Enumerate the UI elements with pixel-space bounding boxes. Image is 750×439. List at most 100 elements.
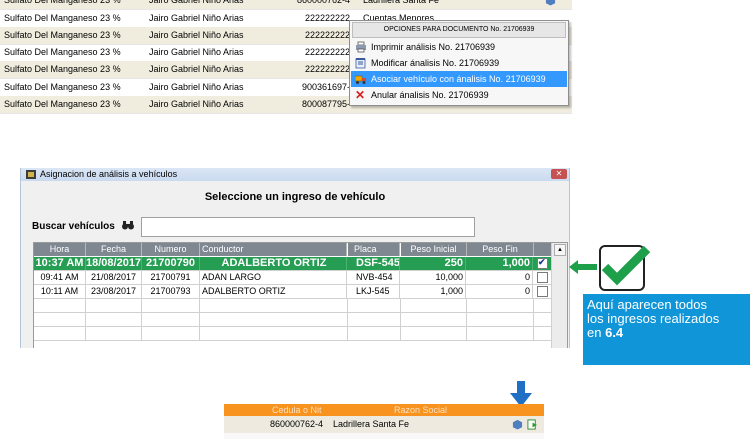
green-left-arrow-icon [569, 260, 597, 274]
column-header-peso-fin[interactable]: Peso Fin [467, 243, 534, 256]
select-checkbox[interactable] [537, 286, 548, 297]
peso-fin-cell: 0 [467, 285, 533, 298]
doc-cell: 222222222 [304, 30, 350, 40]
menu-item-label: Modificar ánalisis No. 21706939 [371, 58, 500, 68]
column-header-placa[interactable]: Placa [348, 243, 400, 256]
column-header-conductor[interactable]: Conductor [200, 243, 347, 256]
peso-fin-cell: 1,000 [467, 257, 533, 270]
doc-cell: 222222222 [304, 47, 350, 57]
vertical-scrollbar[interactable]: ▲ [551, 243, 567, 348]
person-cell: Jairo Gabriel Niño Arias [149, 82, 244, 92]
export-icon[interactable] [527, 419, 538, 430]
green-checkmark-icon [599, 245, 651, 291]
product-cell: Sulfato Del Manganeso 23 % [4, 0, 121, 5]
scroll-up-icon[interactable]: ▲ [554, 244, 566, 256]
peso-inicial-cell: 10,000 [401, 271, 466, 284]
app-icon [26, 170, 36, 179]
table-row[interactable]: 860000762-4 Ladrillera Santa Fe [224, 416, 544, 433]
vehicle-assignment-dialog: Asignacion de análisis a vehículos ✕ Sel… [20, 168, 570, 348]
person-cell: Jairo Gabriel Niño Arias [149, 0, 244, 5]
column-header-nit: Cedula o Nit [272, 405, 322, 415]
nit-cell: 860000762-4 [270, 419, 324, 429]
search-input[interactable] [141, 217, 475, 237]
doc-cell: 800087795- [301, 99, 350, 109]
grid-header: Cedula o Nit Razon Social [224, 404, 544, 416]
dialog-title: Asignacion de análisis a vehículos [40, 169, 178, 179]
column-header-select [534, 243, 552, 256]
product-cell: Sulfato Del Manganeso 23 % [4, 47, 121, 57]
document-options-menu: OPCIONES PARA DOCUMENTO No. 21706939 Imp… [349, 20, 569, 106]
clients-grid-fragment: Cedula o Nit Razon Social 860000762-4 La… [224, 404, 544, 439]
select-checkbox[interactable] [537, 272, 548, 283]
razon-social-cell: Ladrillera Santa Fe [333, 419, 410, 429]
vehicle-entries-table: Hora Fecha Numero Conductor Placa Peso I… [33, 242, 568, 348]
product-cell: Sulfato Del Manganeso 23 % [4, 30, 121, 40]
placa-cell: LKJ-545 [348, 285, 400, 298]
callout-section: 6.4 [605, 325, 624, 340]
dialog-titlebar[interactable]: Asignacion de análisis a vehículos ✕ [21, 168, 569, 181]
table-row[interactable]: Sulfato Del Manganeso 23 % Jairo Gabriel… [0, 0, 572, 10]
table-row [34, 299, 567, 313]
peso-inicial-cell: 250 [401, 257, 466, 270]
column-header-hora[interactable]: Hora [34, 243, 86, 256]
hora-cell: 09:41 AM [34, 271, 86, 284]
truck-icon [355, 75, 366, 84]
placa-cell: NVB-454 [348, 271, 400, 284]
menu-item-associate-vehicle[interactable]: Asociar vehículo con ánalisis No. 217069… [351, 71, 567, 87]
product-cell: Sulfato Del Manganeso 23 % [4, 64, 121, 74]
column-header-numero[interactable]: Numero [142, 243, 200, 256]
callout-line-1: Aquí aparecen todos [587, 297, 707, 312]
person-cell: Jairo Gabriel Niño Arias [149, 47, 244, 57]
printer-icon [356, 41, 366, 53]
product-cell: Sulfato Del Manganeso 23 % [4, 13, 121, 23]
binoculars-icon [122, 221, 134, 230]
edit-form-icon [355, 58, 366, 69]
menu-item-label: Asociar vehículo con ánalisis No. 217069… [371, 74, 546, 84]
fecha-cell: 23/08/2017 [86, 285, 142, 298]
numero-cell: 21700790 [142, 257, 200, 270]
fecha-cell: 18/08/2017 [86, 257, 142, 270]
doc-cell: 900361697- [301, 82, 350, 92]
close-button[interactable]: ✕ [551, 169, 567, 179]
company-cell: Ladrillera Santa Fe [363, 0, 440, 5]
placa-cell: DSF-545 [348, 257, 400, 270]
red-x-icon: ✕ [355, 88, 366, 102]
peso-fin-cell: 0 [467, 271, 533, 284]
peso-inicial-cell: 1,000 [401, 285, 466, 298]
hora-cell: 10:37 AM [34, 257, 86, 270]
person-cell: Jairo Gabriel Niño Arias [149, 30, 244, 40]
product-cell: Sulfato Del Manganeso 23 % [4, 82, 121, 92]
table-row[interactable]: 10:11 AM 23/08/2017 21700793 ADALBERTO O… [34, 285, 567, 299]
menu-item-print[interactable]: Imprimir análisis No. 21706939 [351, 39, 567, 55]
table-row[interactable]: 10:37 AM 18/08/2017 21700790 ADALBERTO O… [34, 256, 567, 271]
dialog-subtitle: Seleccione un ingreso de vehículo [204, 191, 386, 203]
column-header-fecha[interactable]: Fecha [86, 243, 142, 256]
column-header-razon-social: Razon Social [394, 405, 448, 415]
cube-icon[interactable] [545, 0, 556, 6]
cube-icon[interactable] [512, 419, 523, 430]
menu-item-label: Imprimir análisis No. 21706939 [371, 42, 496, 52]
numero-cell: 21700791 [142, 271, 200, 284]
conductor-cell: ADALBERTO ORTIZ [200, 285, 347, 298]
callout-line-2: los ingresos realizados [587, 311, 720, 326]
doc-cell: 222222222 [304, 13, 350, 23]
menu-header: OPCIONES PARA DOCUMENTO No. 21706939 [352, 22, 566, 38]
search-label: Buscar vehículos [32, 221, 115, 232]
select-checkbox[interactable] [537, 256, 548, 269]
menu-item-cancel[interactable]: ✕ Anular ánalisis No. 21706939 [351, 87, 567, 103]
person-cell: Jairo Gabriel Niño Arias [149, 99, 244, 109]
person-cell: Jairo Gabriel Niño Arias [149, 64, 244, 74]
table-row [224, 433, 544, 439]
menu-item-modify[interactable]: Modificar ánalisis No. 21706939 [351, 55, 567, 71]
callout-line-3: en 6.4 [587, 325, 624, 340]
numero-cell: 21700793 [142, 285, 200, 298]
table-row [34, 313, 567, 327]
info-callout: Aquí aparecen todos los ingresos realiza… [583, 294, 750, 365]
conductor-cell: ADALBERTO ORTIZ [200, 257, 347, 270]
table-row[interactable]: 09:41 AM 21/08/2017 21700791 ADAN LARGO … [34, 271, 567, 285]
menu-item-label: Anular ánalisis No. 21706939 [371, 90, 489, 100]
table-row [34, 327, 567, 341]
column-header-peso-inicial[interactable]: Peso Inicial [401, 243, 467, 256]
doc-cell: 222222222 [304, 64, 350, 74]
hora-cell: 10:11 AM [34, 285, 86, 298]
